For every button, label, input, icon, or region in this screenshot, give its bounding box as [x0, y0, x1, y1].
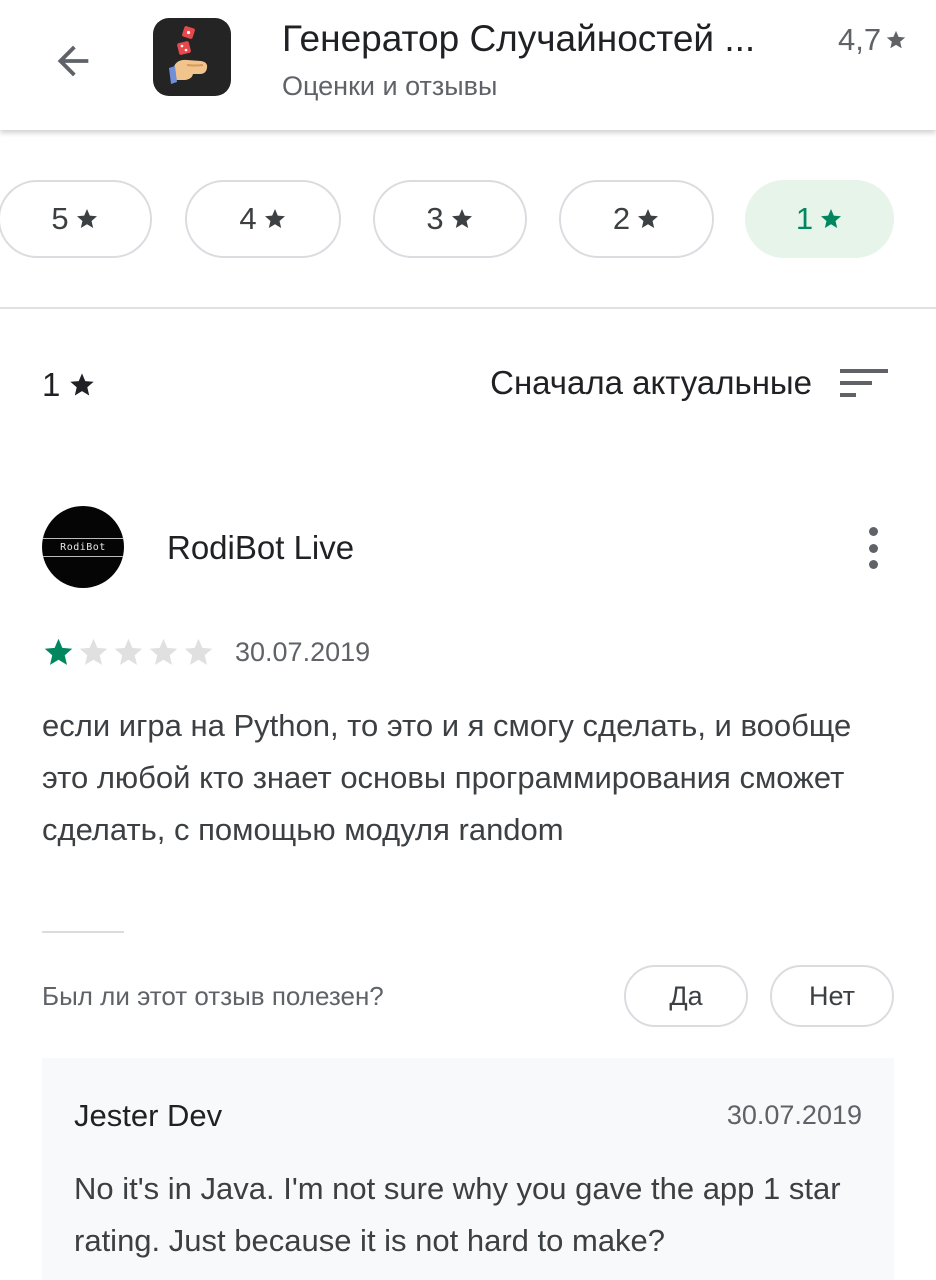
more-options-button[interactable]: [852, 520, 894, 576]
chip-label: 2: [612, 201, 631, 236]
more-vert-icon-dot: [868, 543, 878, 553]
back-button[interactable]: [44, 32, 102, 90]
helpful-yes-button[interactable]: Да: [624, 965, 748, 1027]
page-subtitle: Оценки и отзывы: [282, 71, 498, 101]
chip-label: 1: [795, 201, 814, 236]
star-icon: [821, 209, 842, 228]
reply-text: No it's in Java. I'm not sure why you ga…: [74, 1171, 841, 1258]
dice-hand-icon: [169, 26, 208, 84]
current-filter-value: 1: [42, 366, 61, 403]
filter-chip-1-star[interactable]: 1: [745, 180, 894, 258]
app-icon[interactable]: [153, 18, 231, 96]
filter-chip-5-stars[interactable]: 5: [0, 180, 152, 258]
star-icon: [76, 209, 97, 228]
review-text: если игра на Python, то это и я смогу сд…: [42, 708, 852, 847]
filter-chip-3-stars[interactable]: 3: [373, 180, 527, 258]
helpful-question: Был ли этот отзыв полезен?: [42, 981, 384, 1011]
section-divider: [0, 307, 936, 309]
filter-chip-4-stars[interactable]: 4: [185, 180, 341, 258]
app-rating-value: 4,7: [838, 22, 882, 57]
helpful-no-button[interactable]: Нет: [770, 965, 894, 1027]
developer-reply: Jester Dev 30.07.2019 No it's in Java. I…: [42, 1058, 894, 1280]
app-header: Генератор Случайностей ... 4,7 Оценки и …: [0, 0, 936, 130]
helpful-no-label: Нет: [809, 980, 855, 1011]
reply-date: 30.07.2019: [726, 1100, 862, 1130]
review-rating: 30.07.2019: [42, 636, 370, 669]
sort-label: Сначала актуальные: [490, 364, 812, 401]
star-icon: [886, 30, 906, 49]
star-icon: [638, 209, 659, 228]
reviewer-name: RodiBot Live: [167, 529, 355, 566]
star-empty-icon: [79, 638, 108, 665]
helpful-yes-label: Да: [669, 980, 703, 1011]
star-icon: [70, 373, 95, 396]
more-vert-icon-dot: [868, 527, 878, 536]
star-icon: [264, 209, 285, 228]
star-filled-icon: [44, 638, 73, 665]
avatar-text: RodiBot: [42, 537, 124, 557]
current-filter-label: 1: [42, 366, 96, 404]
app-rating: 4,7: [838, 22, 907, 58]
sort-icon: [840, 369, 888, 397]
star-empty-icon: [149, 638, 178, 665]
chip-label: 4: [239, 201, 257, 236]
star-empty-icon: [184, 638, 213, 665]
review-date: 30.07.2019: [235, 637, 371, 667]
chip-label: 3: [426, 201, 444, 236]
chip-label: 5: [51, 201, 69, 236]
star-icon: [451, 209, 472, 228]
more-vert-icon-dot: [868, 560, 878, 569]
reviewer-avatar: RodiBot: [42, 506, 124, 588]
app-title: Генератор Случайностей ...: [282, 18, 756, 59]
reply-author: Jester Dev: [74, 1098, 223, 1133]
star-empty-icon: [114, 638, 143, 665]
filter-chip-2-stars[interactable]: 2: [559, 180, 714, 258]
arrow-back-icon: [57, 45, 89, 77]
review-divider: [42, 931, 124, 933]
sort-button[interactable]: Сначала актуальные: [490, 358, 888, 408]
